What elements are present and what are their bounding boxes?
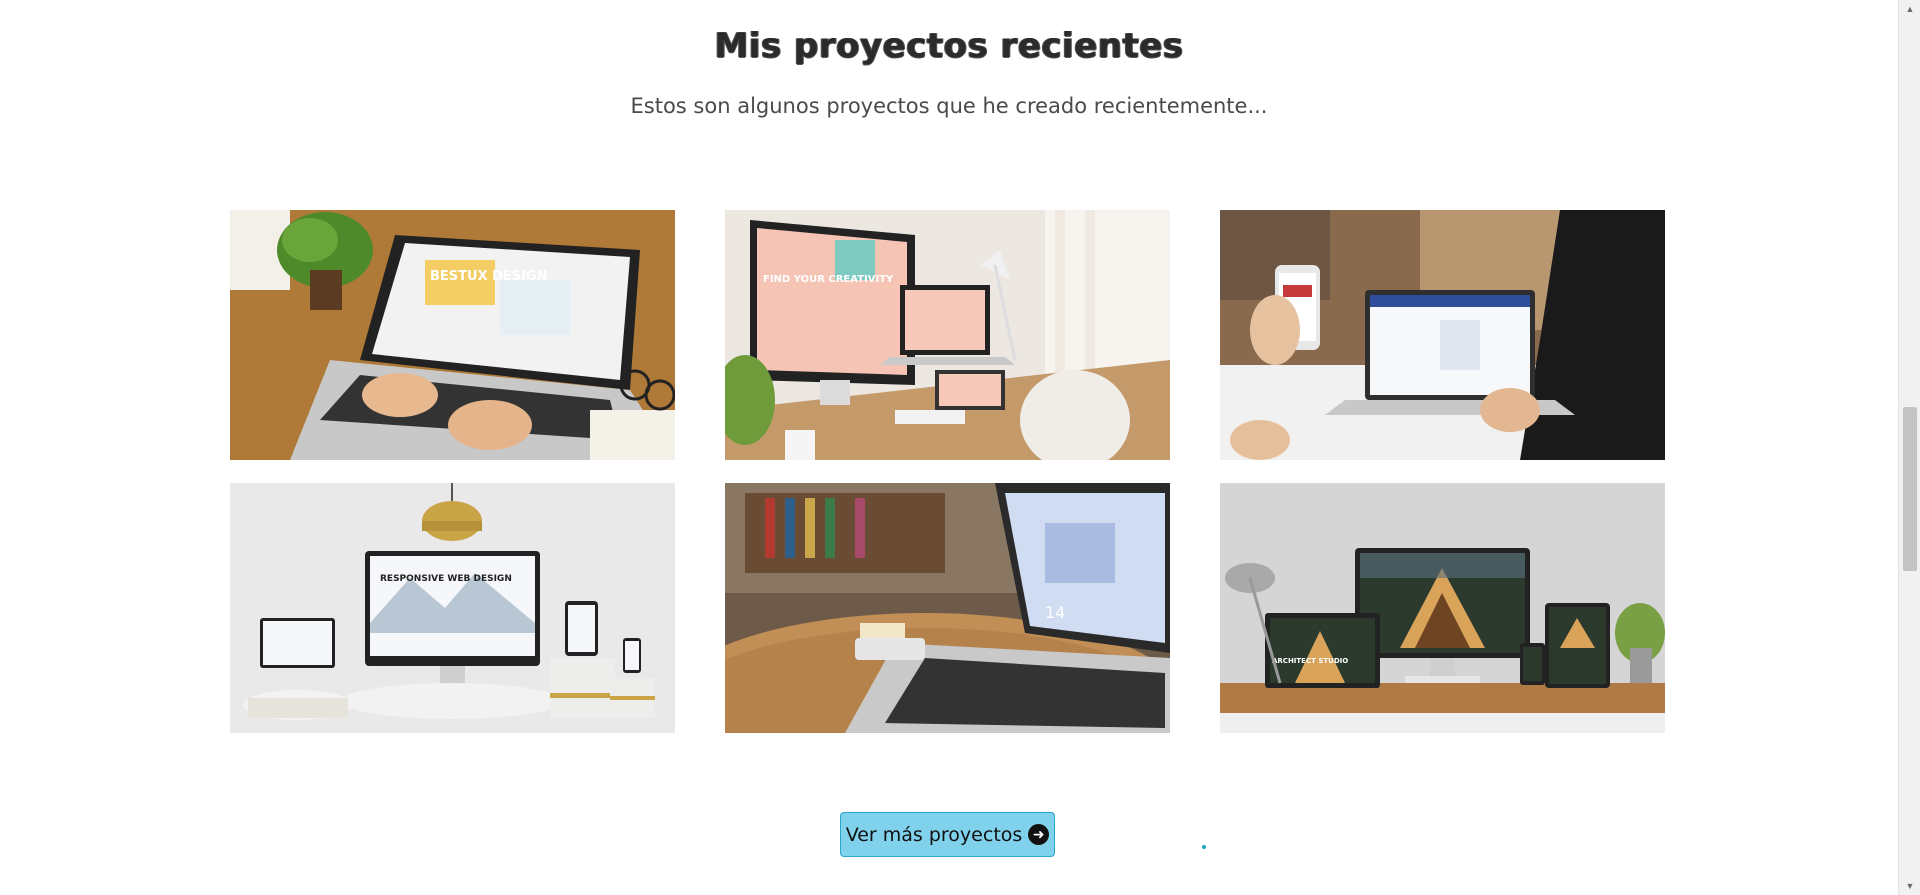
project-card-architect-studio[interactable]: ARCHITECT STUDIO xyxy=(1220,483,1665,733)
scrollbar-thumb[interactable] xyxy=(1903,407,1917,571)
project-image-laptop-table: 14 xyxy=(725,483,1170,733)
vertical-scrollbar[interactable]: ▲ ▼ xyxy=(1898,0,1920,895)
projects-section: Mis proyectos recientes Estos son alguno… xyxy=(0,0,1898,895)
project-image-phone-laptop xyxy=(1220,210,1665,460)
project-image-responsive: RESPONSIVE WEB DESIGN xyxy=(230,483,675,733)
project-card-find-your-creativity[interactable]: FIND YOUR CREATIVITY xyxy=(725,210,1170,460)
screen-text: 14 xyxy=(1045,603,1065,622)
scroll-down-arrow-icon[interactable]: ▼ xyxy=(1899,877,1920,895)
project-card-bestux-design[interactable]: BESTUX DESIGN xyxy=(230,210,675,460)
screen-text: ARCHITECT STUDIO xyxy=(1272,657,1348,665)
screen-text: FIND YOUR CREATIVITY xyxy=(763,274,894,285)
section-subtitle: Estos son algunos proyectos que he cread… xyxy=(630,94,1268,118)
project-image-laptop: BESTUX DESIGN xyxy=(230,210,675,460)
see-more-projects-button[interactable]: Ver más proyectos ➜ xyxy=(840,812,1055,857)
project-image-architect: ARCHITECT STUDIO xyxy=(1220,483,1665,733)
scroll-up-arrow-icon[interactable]: ▲ xyxy=(1899,0,1920,18)
arrow-right-circle-icon: ➜ xyxy=(1028,824,1050,845)
cursor-dot xyxy=(1202,845,1206,849)
project-card-laptop-table[interactable]: 14 xyxy=(725,483,1170,733)
project-card-responsive-web-design[interactable]: RESPONSIVE WEB DESIGN xyxy=(230,483,675,733)
screen-text: RESPONSIVE WEB DESIGN xyxy=(380,574,512,584)
project-card-phone-laptop[interactable] xyxy=(1220,210,1665,460)
section-title: Mis proyectos recientes xyxy=(714,26,1184,66)
see-more-projects-label: Ver más proyectos xyxy=(845,823,1023,846)
project-image-imac: FIND YOUR CREATIVITY xyxy=(725,210,1170,460)
